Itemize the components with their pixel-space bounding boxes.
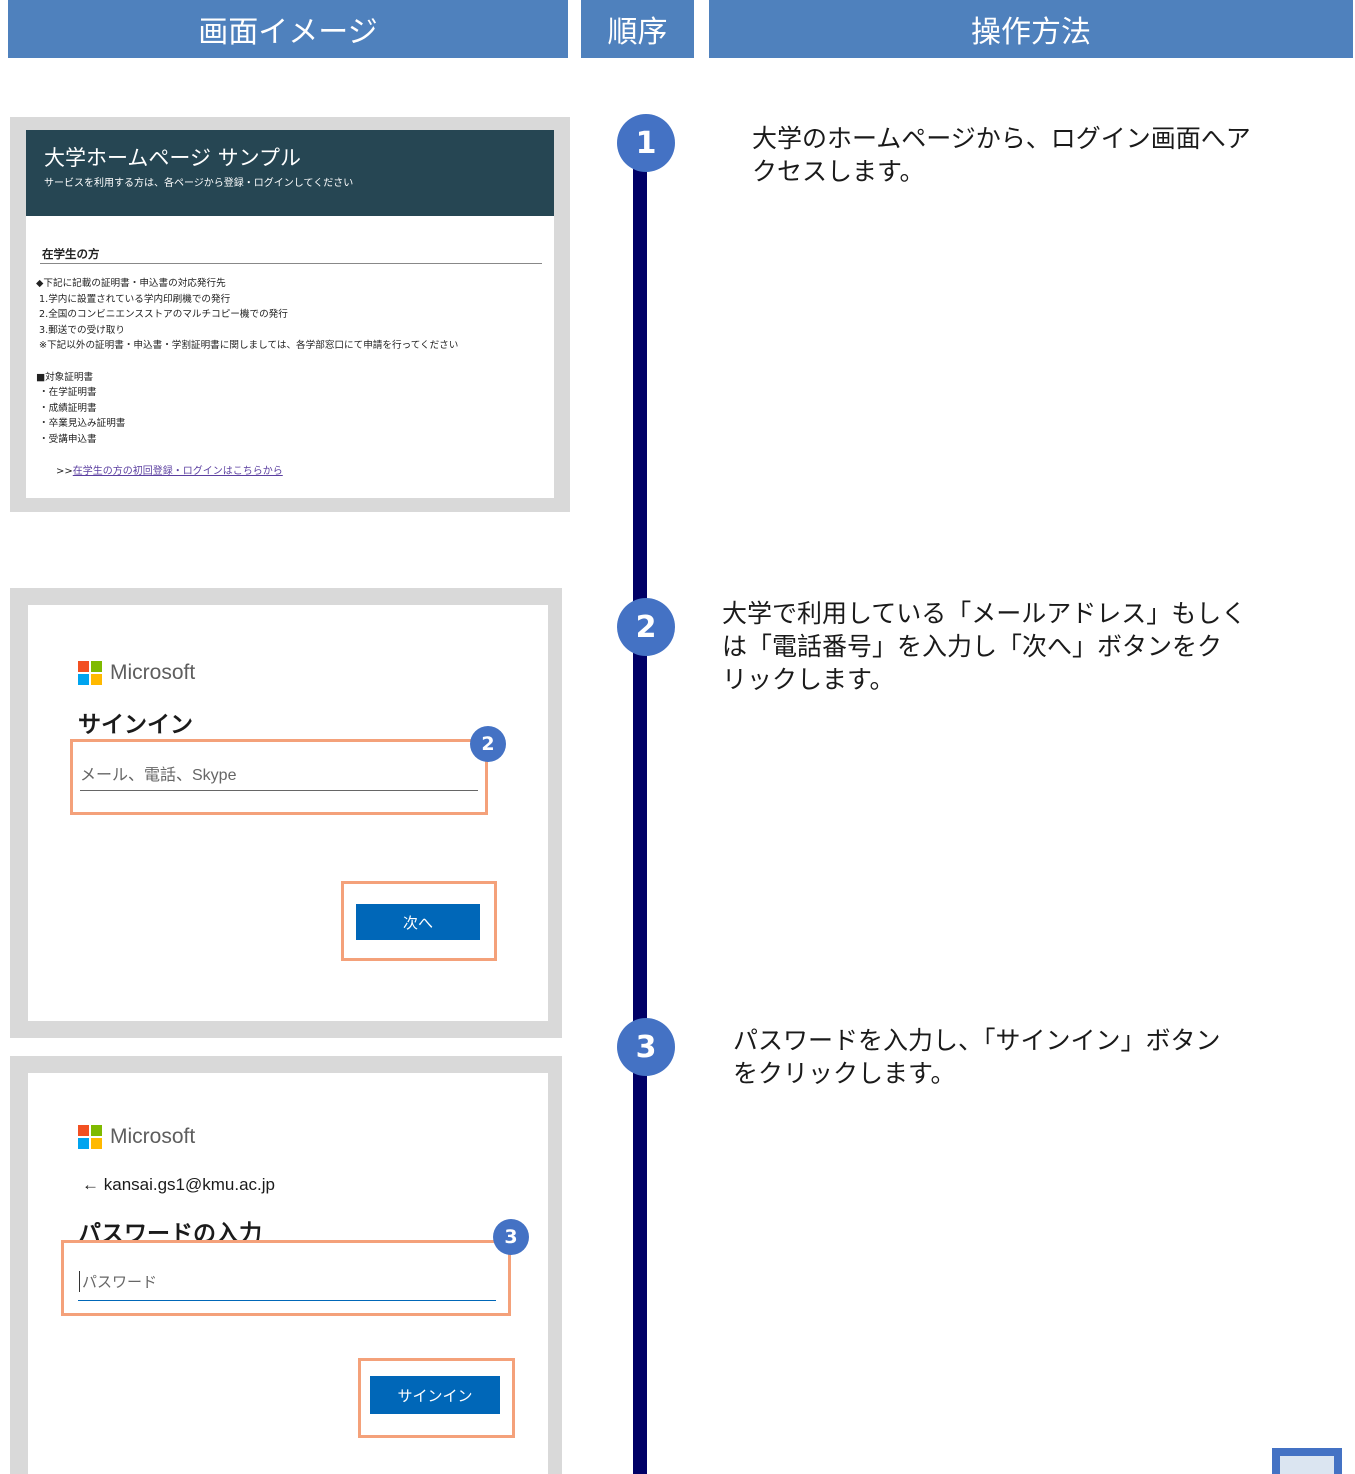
header-col-method: 操作方法 [709,0,1353,58]
university-page-screenshot: 大学ホームページ サンプル サービスを利用する方は、各ページから登録・ログインし… [26,130,554,498]
step-badge-2: 2 [617,598,675,656]
panel-ms-signin: Microsoft サインイン メール、電話、Skype 2 次へ [10,588,562,1038]
signin-heading: サインイン [78,712,193,738]
login-link[interactable]: 在学生の方の初回登録・ログインはこちらから [73,466,283,477]
section-divider [40,263,542,264]
step-badge-1: 1 [617,114,675,172]
body-line: ・卒業見込み証明書 [36,418,126,430]
step-2-line: は「電話番号」を入力し「次へ」ボタンをク [722,632,1223,661]
body-line: ・受講申込書 [36,433,97,445]
body-line: ※下記以外の証明書・申込書・学割証明書に関しましては、各学部窓口にて申請を行って… [36,340,459,352]
step-1-line: 大学のホームページから、ログイン画面へア [752,124,1251,153]
step-3-line: パスワードを入力し、「サインイン」ボタン [733,1026,1221,1055]
body-line: ■対象証明書 [36,371,94,383]
ms-signin-screenshot: Microsoft サインイン メール、電話、Skype 2 次へ [28,605,548,1021]
body-line: 3.郵送での受け取り [36,324,125,336]
body-line: 1.学内に設置されている学内印刷機での発行 [36,293,231,305]
step-2-line: 大学で利用している「メールアドレス」もしく [722,599,1247,628]
step-3-instruction: パスワードを入力し、「サインイン」ボタン をクリックします。 [733,1024,1221,1090]
account-row: ← kansai.gs1@kmu.ac.jp [82,1175,275,1195]
section-heading: 在学生の方 [42,247,100,261]
next-button[interactable]: 次へ [356,904,480,940]
ms-password-screenshot: Microsoft ← kansai.gs1@kmu.ac.jp パスワードの入… [28,1073,548,1474]
body-line: ・在学証明書 [36,387,97,399]
header-col-order: 順序 [581,0,694,58]
account-email: kansai.gs1@kmu.ac.jp [103,1175,276,1194]
microsoft-brand-text: Microsoft [110,661,196,684]
panel-ms-password: Microsoft ← kansai.gs1@kmu.ac.jp パスワードの入… [10,1056,562,1474]
signin-button[interactable]: サインイン [370,1376,500,1414]
password-input[interactable]: パスワード [79,1271,157,1292]
page-corner-box [1272,1448,1342,1474]
microsoft-logo: Microsoft [78,661,195,685]
link-prefix: >> [56,466,73,477]
microsoft-logo-icon [78,1125,102,1149]
header-col-image-label: 画面イメージ [198,15,378,50]
header-col-image: 画面イメージ [8,0,568,58]
step-marker-3: 3 [493,1219,529,1255]
section-body: ◆下記に記載の証明書・申込書の対応発行先 1.学内に設置されている学内印刷機での… [36,276,458,448]
step-3-line: をクリックします。 [733,1059,956,1088]
header-col-method-label: 操作方法 [971,15,1091,50]
panel-university-homepage: 大学ホームページ サンプル サービスを利用する方は、各ページから登録・ログインし… [10,117,570,512]
email-input-underline [80,790,478,791]
step-1-line: クセスします。 [752,157,925,186]
step-2-line: リックします。 [722,665,895,694]
login-link-line: >>在学生の方の初回登録・ログインはこちらから [56,462,283,477]
microsoft-brand-text: Microsoft [110,1125,196,1148]
body-line: ◆下記に記載の証明書・申込書の対応発行先 [36,278,226,289]
microsoft-logo-icon [78,661,102,685]
microsoft-logo: Microsoft [78,1125,195,1149]
email-input[interactable]: メール、電話、Skype [80,761,236,785]
password-input-underline [78,1300,496,1301]
step-1-instruction: 大学のホームページから、ログイン画面へア クセスします。 [752,122,1251,188]
university-title: 大学ホームページ サンプル [44,146,301,170]
university-subtitle: サービスを利用する方は、各ページから登録・ログインしてください [44,178,354,189]
body-line: ・成績証明書 [36,402,97,414]
step-badge-3: 3 [617,1018,675,1076]
back-arrow-icon[interactable]: ← [82,1175,99,1194]
timeline-line [633,145,647,1474]
step-marker-2: 2 [470,726,506,762]
university-banner: 大学ホームページ サンプル サービスを利用する方は、各ページから登録・ログインし… [26,130,554,216]
body-line: 2.全国のコンビニエンスストアのマルチコピー機での発行 [36,309,288,321]
header-col-order-label: 順序 [607,15,668,50]
step-2-instruction: 大学で利用している「メールアドレス」もしく は「電話番号」を入力し「次へ」ボタン… [722,597,1246,696]
body-line [36,354,458,370]
